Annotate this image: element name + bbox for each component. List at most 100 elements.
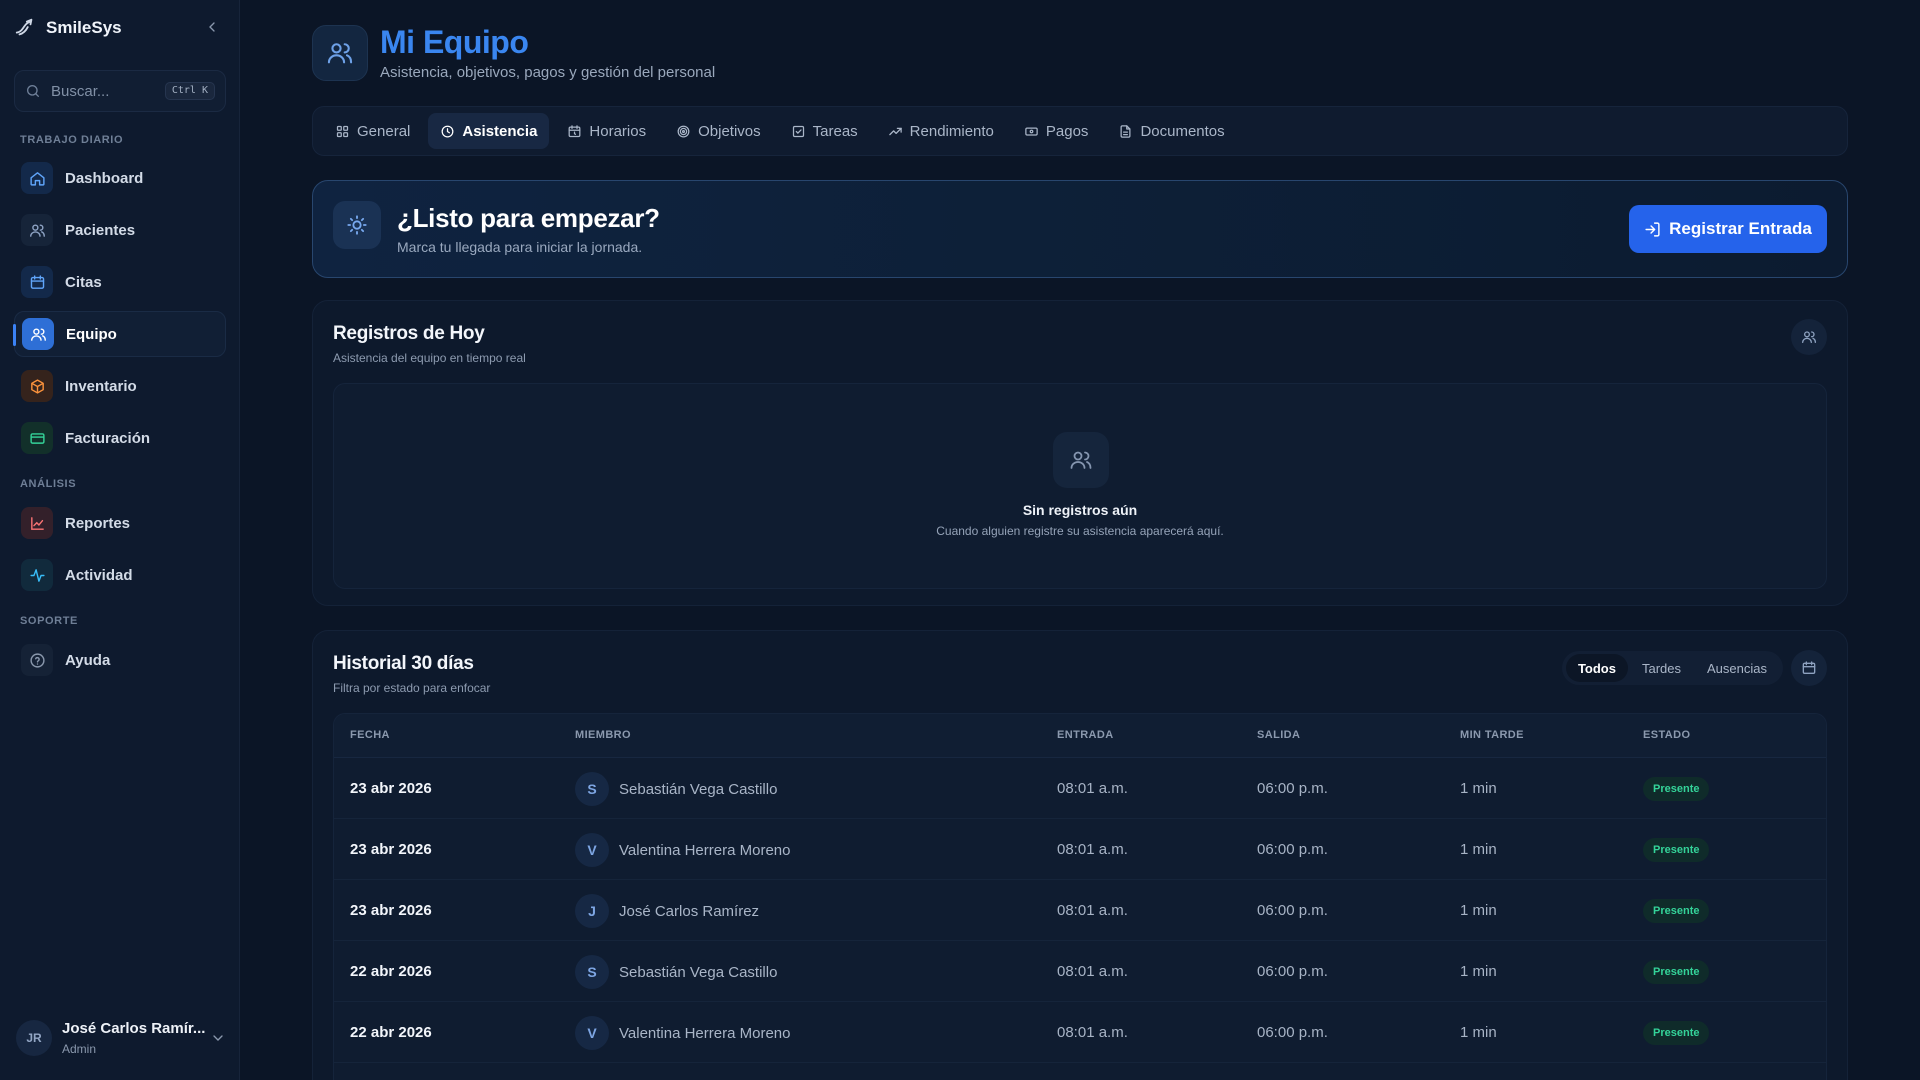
- tab-label: Pagos: [1045, 122, 1089, 140]
- column-header-salida[interactable]: SALIDA: [1257, 729, 1300, 741]
- sidebar-item-pacientes[interactable]: Pacientes: [14, 207, 226, 253]
- tab-horarios[interactable]: Horarios: [555, 113, 658, 149]
- users-icon: [327, 43, 353, 64]
- member-name: Sebastián Vega Castillo: [619, 780, 778, 798]
- column-header-min-tarde[interactable]: MIN TARDE: [1460, 729, 1524, 741]
- row-member: V Valentina Herrera Moreno: [575, 833, 790, 867]
- search-shortcut-badge: Ctrl K: [164, 82, 215, 100]
- row-date: 23 abr 2026: [350, 902, 432, 919]
- target-icon: [677, 125, 690, 137]
- search-input[interactable]: [51, 82, 151, 100]
- sidebar-item-citas[interactable]: Citas: [14, 259, 226, 305]
- collapse-sidebar-button[interactable]: [202, 17, 222, 37]
- tab-label: Rendimiento: [909, 122, 994, 140]
- history-card: Historial 30 días Filtra por estado para…: [312, 630, 1848, 1080]
- box-icon: [21, 370, 53, 402]
- filter-tardes[interactable]: Tardes: [1630, 654, 1693, 682]
- section-label-analisis: ANÁLISIS: [20, 478, 77, 490]
- sidebar-item-label: Actividad: [65, 566, 133, 584]
- user-role: Admin: [62, 1042, 97, 1056]
- sidebar-item-facturacion[interactable]: Facturación: [14, 415, 226, 461]
- sidebar-item-reportes[interactable]: Reportes: [14, 500, 226, 546]
- sidebar-item-label: Citas: [65, 273, 102, 291]
- row-exit-time: 06:00 p.m.: [1257, 963, 1328, 980]
- row-entry-time: 08:01 a.m.: [1057, 841, 1128, 858]
- row-date: 23 abr 2026: [350, 780, 432, 797]
- avatar: S: [575, 772, 609, 806]
- sun-icon: [333, 201, 381, 249]
- help-icon: [21, 644, 53, 676]
- table-row[interactable]: 23 abr 2026 J José Carlos Ramírez 08:01 …: [334, 880, 1826, 941]
- row-entry-time: 08:01 a.m.: [1057, 1024, 1128, 1041]
- table-row[interactable]: 23 abr 2026 S Sebastián Vega Castillo 08…: [334, 758, 1826, 819]
- tab-asistencia[interactable]: Asistencia: [428, 113, 550, 149]
- tab-objetivos[interactable]: Objetivos: [664, 113, 773, 149]
- sidebar-item-label: Pacientes: [65, 221, 136, 239]
- filter-ausencias[interactable]: Ausencias: [1695, 654, 1779, 682]
- status-badge: Presente: [1643, 1021, 1710, 1045]
- row-exit-time: 06:00 p.m.: [1257, 841, 1328, 858]
- column-header-fecha[interactable]: FECHA: [350, 729, 390, 741]
- team-filter-button[interactable]: [1791, 319, 1827, 355]
- tab-rendimiento[interactable]: Rendimiento: [876, 113, 1006, 149]
- avatar: S: [575, 955, 609, 989]
- row-exit-time: 06:00 p.m.: [1257, 902, 1328, 919]
- avatar: V: [575, 833, 609, 867]
- column-header-miembro[interactable]: MIEMBRO: [575, 729, 631, 741]
- sidebar-item-dashboard[interactable]: Dashboard: [14, 155, 226, 201]
- check-in-subtitle: Marca tu llegada para iniciar la jornada…: [397, 239, 643, 255]
- tab-documentos[interactable]: Documentos: [1106, 113, 1236, 149]
- users-icon: [22, 318, 54, 350]
- avatar: J: [575, 894, 609, 928]
- sidebar-item-actividad[interactable]: Actividad: [14, 552, 226, 598]
- table-row[interactable]: 22 abr 2026 V Valentina Herrera Moreno 0…: [334, 1002, 1826, 1063]
- status-badge: Presente: [1643, 899, 1710, 923]
- user-menu[interactable]: JR José Carlos Ramír... Admin: [16, 1016, 226, 1060]
- sidebar-item-label: Ayuda: [65, 651, 111, 669]
- row-member: S Sebastián Vega Castillo: [575, 955, 777, 989]
- filter-todos[interactable]: Todos: [1565, 654, 1628, 682]
- today-records-card: Registros de Hoy Asistencia del equipo e…: [312, 300, 1848, 606]
- team-header-icon: [312, 25, 368, 81]
- grid-icon: [336, 125, 349, 137]
- tab-tareas[interactable]: Tareas: [779, 113, 870, 149]
- calendar-clock-icon: [568, 124, 581, 137]
- users-icon: [1802, 331, 1816, 343]
- banknote-icon: [1025, 126, 1038, 136]
- row-member: V Valentina Herrera Moreno: [575, 1016, 790, 1050]
- column-header-entrada[interactable]: ENTRADA: [1057, 729, 1114, 741]
- member-name: José Carlos Ramírez: [619, 902, 760, 920]
- status-filter-group: Todos Tardes Ausencias: [1561, 651, 1783, 685]
- sidebar-item-label: Reportes: [65, 514, 131, 532]
- tab-general[interactable]: General: [323, 113, 422, 149]
- date-picker-button[interactable]: [1791, 650, 1827, 686]
- activity-icon: [21, 559, 53, 591]
- column-header-estado[interactable]: ESTADO: [1643, 729, 1690, 741]
- user-name: José Carlos Ramír...: [62, 1020, 206, 1037]
- sidebar-item-inventario[interactable]: Inventario: [14, 363, 226, 409]
- sidebar: SmileSys Ctrl K TRABAJO DIARIO Dashboard…: [0, 0, 240, 1080]
- sidebar-item-ayuda[interactable]: Ayuda: [14, 637, 226, 683]
- table-row[interactable]: 22 abr 2026 S Sebastián Vega Castillo 08…: [334, 941, 1826, 1002]
- tab-label: Horarios: [589, 122, 647, 140]
- credit-card-icon: [21, 422, 53, 454]
- calendar-icon: [21, 266, 53, 298]
- tab-label: General: [357, 122, 411, 140]
- register-entry-button[interactable]: Registrar Entrada: [1629, 205, 1827, 253]
- sidebar-item-equipo[interactable]: Equipo: [13, 311, 226, 357]
- avatar: V: [575, 1016, 609, 1050]
- brand[interactable]: SmileSys: [14, 16, 122, 40]
- row-exit-time: 06:00 p.m.: [1257, 1024, 1328, 1041]
- history-title: Historial 30 días: [333, 653, 474, 674]
- status-badge: Presente: [1643, 960, 1710, 984]
- row-entry-time: 08:01 a.m.: [1057, 780, 1128, 797]
- search-box[interactable]: Ctrl K: [14, 70, 226, 112]
- app-name: SmileSys: [46, 18, 122, 37]
- row-date: 22 abr 2026: [350, 963, 432, 980]
- page-title: Mi Equipo: [380, 24, 529, 60]
- check-in-banner: ¿Listo para empezar? Marca tu llegada pa…: [312, 180, 1848, 278]
- tab-pagos[interactable]: Pagos: [1012, 113, 1101, 149]
- checkbox-icon: [792, 125, 804, 137]
- row-entry-time: 08:01 a.m.: [1057, 963, 1128, 980]
- table-row[interactable]: 23 abr 2026 V Valentina Herrera Moreno 0…: [334, 819, 1826, 880]
